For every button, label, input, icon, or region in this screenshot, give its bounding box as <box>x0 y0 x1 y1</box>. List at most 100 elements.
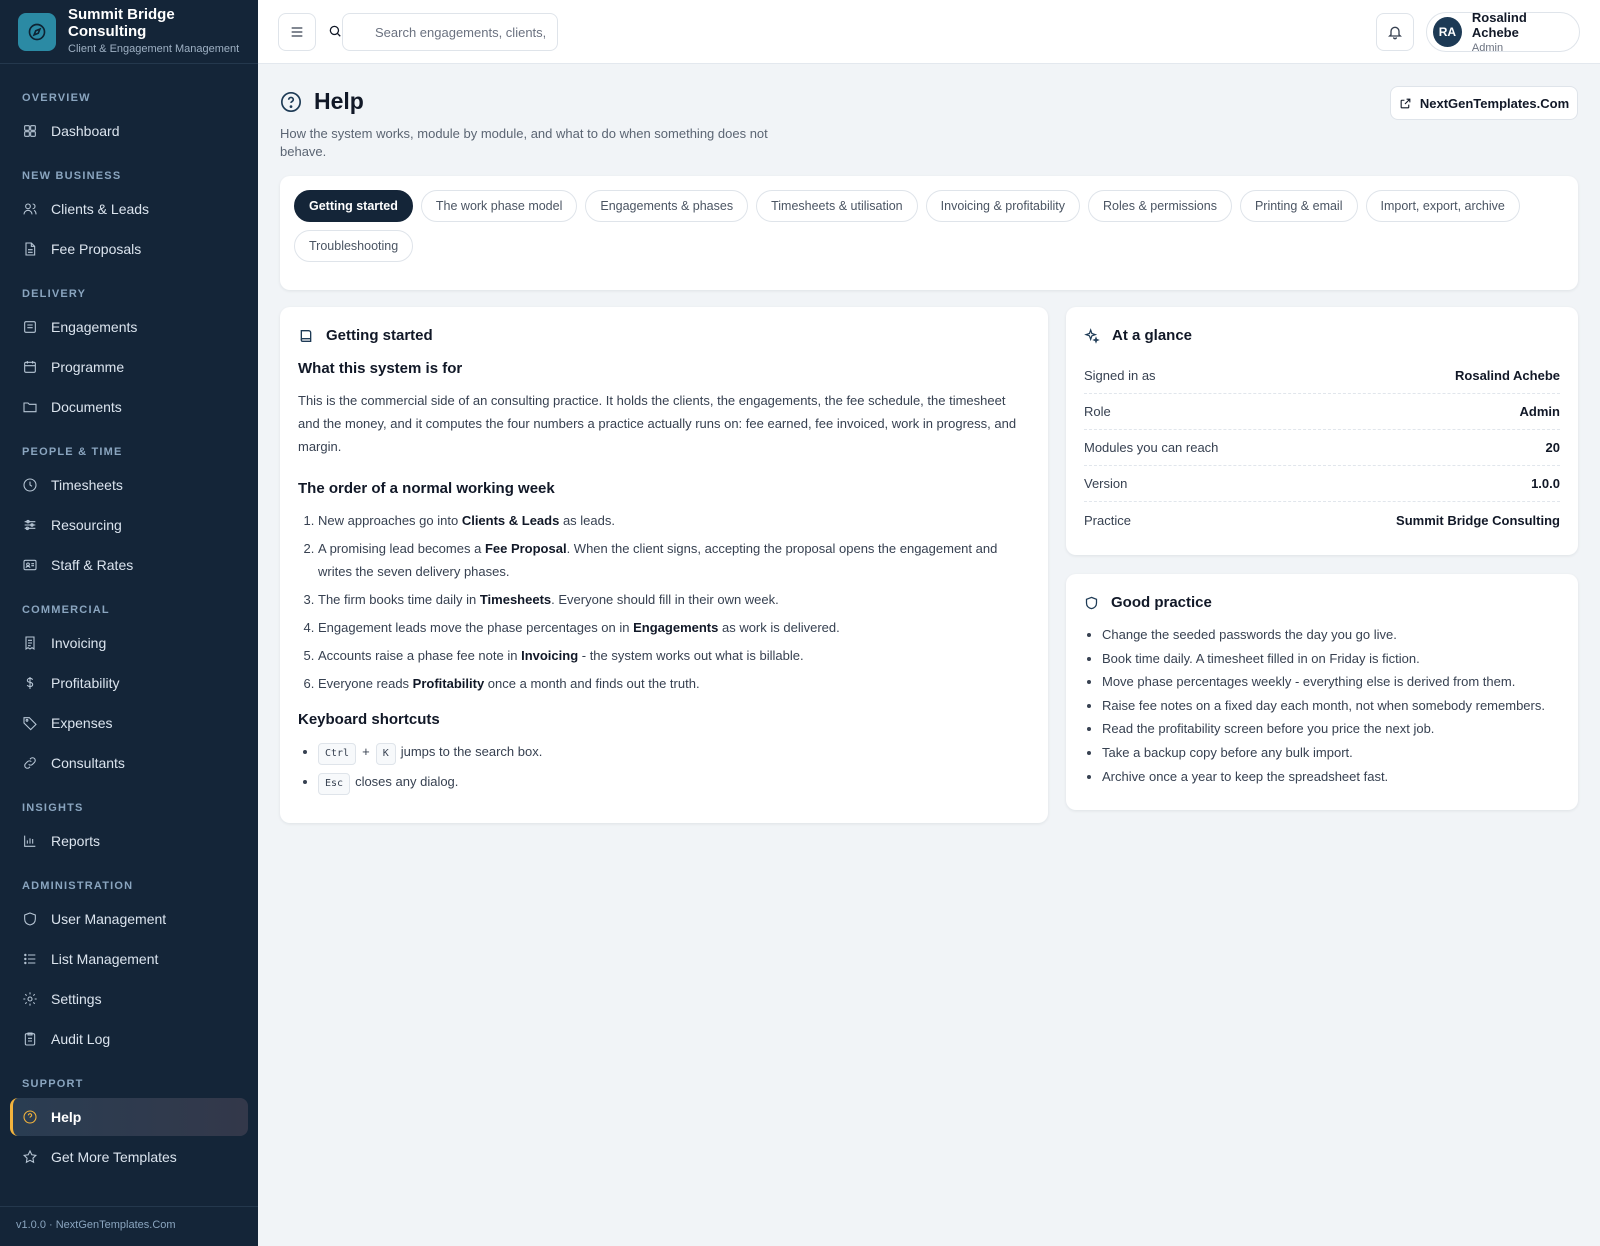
nav-section-overview: Overview <box>22 92 91 104</box>
workflow-step: Everyone reads Profitability once a mont… <box>318 672 1030 695</box>
sliders-icon <box>22 517 38 533</box>
sidebar-nav: Overview Dashboard New Business Clients & L… <box>0 64 258 1176</box>
glance-row-modules-you-can-reach: Modules you can reach 20 <box>1084 430 1560 466</box>
tab-invoicing-and-profitability[interactable]: Invoicing & profitability <box>925 190 1081 222</box>
tab-timesheets-and-utilisation[interactable]: Timesheets & utilisation <box>756 190 918 222</box>
sidebar-item-invoicing[interactable]: Invoicing <box>10 624 248 662</box>
bar-chart-icon <box>22 833 38 849</box>
tab-printing-and-email[interactable]: Printing & email <box>1239 190 1358 222</box>
list-icon <box>22 951 38 967</box>
user-name: Rosalind Achebe <box>1471 10 1527 40</box>
step-module: Invoicing <box>521 648 579 663</box>
glance-title: At a glance <box>1112 327 1193 344</box>
key-cap: Esc <box>318 773 351 795</box>
nav-section-people-and-time: People & Time <box>22 446 123 458</box>
help-topics: Getting started The work phase model Engag… <box>280 176 1578 290</box>
briefcase-icon <box>22 319 38 335</box>
gear-icon <box>22 991 38 1007</box>
sidebar-item-consultants[interactable]: Consultants <box>10 744 248 782</box>
sidebar-item-label: Staff & Rates <box>51 557 134 573</box>
step-text: The firm books time daily in <box>318 592 480 607</box>
sidebar-item-get-more-templates[interactable]: Get More Templates <box>10 1138 248 1176</box>
section-heading: The order of a normal working week <box>298 480 555 497</box>
sidebar-item-list-management[interactable]: List Management <box>10 940 248 978</box>
workflow-step: The firm books time daily in Timesheets.… <box>318 588 1030 611</box>
external-link-icon <box>1399 97 1412 110</box>
practice-item: Read the profitability screen before you… <box>1102 719 1560 739</box>
nav-section-delivery: Delivery <box>22 288 87 300</box>
sidebar-item-label: Help <box>51 1109 82 1125</box>
tab-the-work-phase-model[interactable]: The work phase model <box>420 190 578 222</box>
sidebar: Summit Bridge Consulting Client & Engage… <box>0 0 258 1246</box>
sidebar-item-label: Settings <box>51 991 102 1007</box>
glance-card: At a glance Signed in as Rosalind Achebe R… <box>1066 307 1578 555</box>
workflow-step: Engagement leads move the phase percenta… <box>318 616 1030 639</box>
tab-getting-started[interactable]: Getting started <box>294 190 413 222</box>
practice-item: Move phase percentages weekly - everythi… <box>1102 672 1560 692</box>
step-text: A promising lead becomes a <box>318 541 485 556</box>
sidebar-item-expenses[interactable]: Expenses <box>10 704 248 742</box>
practice-item: Book time daily. A timesheet filled in o… <box>1102 649 1560 669</box>
sidebar-item-programme[interactable]: Programme <box>10 348 248 386</box>
glance-value: 1.0.0 <box>1531 476 1560 491</box>
sidebar-item-audit-log[interactable]: Audit Log <box>10 1020 248 1058</box>
shield-icon <box>1084 595 1099 611</box>
tab-import-export-archive[interactable]: Import, export, archive <box>1365 190 1520 222</box>
search-input[interactable] <box>342 13 558 51</box>
sidebar-item-reports[interactable]: Reports <box>10 822 248 860</box>
sidebar-item-label: Clients & Leads <box>51 201 150 217</box>
key-cap: K <box>375 743 396 765</box>
brand-subtitle: Client & Engagement Management <box>68 43 240 56</box>
link-icon <box>22 755 38 771</box>
help-circle-icon <box>22 1109 38 1125</box>
sidebar-item-user-management[interactable]: User Management <box>10 900 248 938</box>
section-heading: Keyboard shortcuts <box>298 711 440 728</box>
notifications-button[interactable] <box>1376 13 1414 51</box>
tag-icon <box>22 715 38 731</box>
step-text: once a month and finds out the truth. <box>484 676 700 691</box>
workflow-step: Accounts raise a phase fee note in Invoi… <box>318 644 1030 667</box>
topbar: RA Rosalind Achebe Admin <box>258 0 1600 64</box>
sidebar-item-label: Get More Templates <box>51 1149 177 1165</box>
nav-section-administration: Administration <box>22 880 134 892</box>
sidebar-item-fee-proposals[interactable]: Fee Proposals <box>10 230 248 268</box>
guide-title: Getting started <box>326 327 433 344</box>
step-text: Everyone reads <box>318 676 413 691</box>
glance-label: Version <box>1084 476 1128 491</box>
shortcut-description: jumps to the search box. <box>400 744 543 759</box>
sidebar-item-clients-and-leads[interactable]: Clients & Leads <box>10 190 248 228</box>
shortcut-item: Ctrl + Kjumps to the search box. <box>318 740 1030 765</box>
sidebar-item-documents[interactable]: Documents <box>10 388 248 426</box>
sidebar-item-engagements[interactable]: Engagements <box>10 308 248 346</box>
sidebar-item-profitability[interactable]: Profitability <box>10 664 248 702</box>
sidebar-item-label: User Management <box>51 911 167 927</box>
sidebar-item-resourcing[interactable]: Resourcing <box>10 506 248 544</box>
users-icon <box>22 201 38 217</box>
glance-value: Rosalind Achebe <box>1455 368 1560 383</box>
external-link-button[interactable]: NextGenTemplates.Com <box>1390 86 1578 120</box>
sidebar-item-label: Audit Log <box>51 1031 111 1047</box>
search <box>328 13 558 51</box>
sidebar-item-help[interactable]: Help <box>10 1098 248 1136</box>
tab-engagements-and-phases[interactable]: Engagements & phases <box>585 190 749 222</box>
sidebar-item-label: Programme <box>51 359 125 375</box>
practice-item: Raise fee notes on a fixed day each mont… <box>1102 696 1560 716</box>
sidebar-item-staff-and-rates[interactable]: Staff & Rates <box>10 546 248 584</box>
sidebar-item-label: Expenses <box>51 715 113 731</box>
external-link-label: NextGenTemplates.Com <box>1419 95 1570 111</box>
sidebar-item-timesheets[interactable]: Timesheets <box>10 466 248 504</box>
menu-toggle-button[interactable] <box>278 13 316 51</box>
brand[interactable]: Summit Bridge Consulting Client & Engage… <box>0 0 258 64</box>
tab-roles-and-permissions[interactable]: Roles & permissions <box>1088 190 1232 222</box>
clock-icon <box>22 477 38 493</box>
glance-row-practice: Practice Summit Bridge Consulting <box>1084 502 1560 538</box>
nav-section-insights: Insights <box>22 802 84 814</box>
practice-item: Change the seeded passwords the day you … <box>1102 625 1560 645</box>
sidebar-item-dashboard[interactable]: Dashboard <box>10 112 248 150</box>
glance-row-role: Role Admin <box>1084 394 1560 430</box>
practice-item: Archive once a year to keep the spreadsh… <box>1102 767 1560 787</box>
avatar: RA <box>1433 17 1462 47</box>
user-menu[interactable]: RA Rosalind Achebe Admin <box>1426 10 1580 54</box>
tab-troubleshooting[interactable]: Troubleshooting <box>294 230 414 262</box>
sidebar-item-settings[interactable]: Settings <box>10 980 248 1018</box>
